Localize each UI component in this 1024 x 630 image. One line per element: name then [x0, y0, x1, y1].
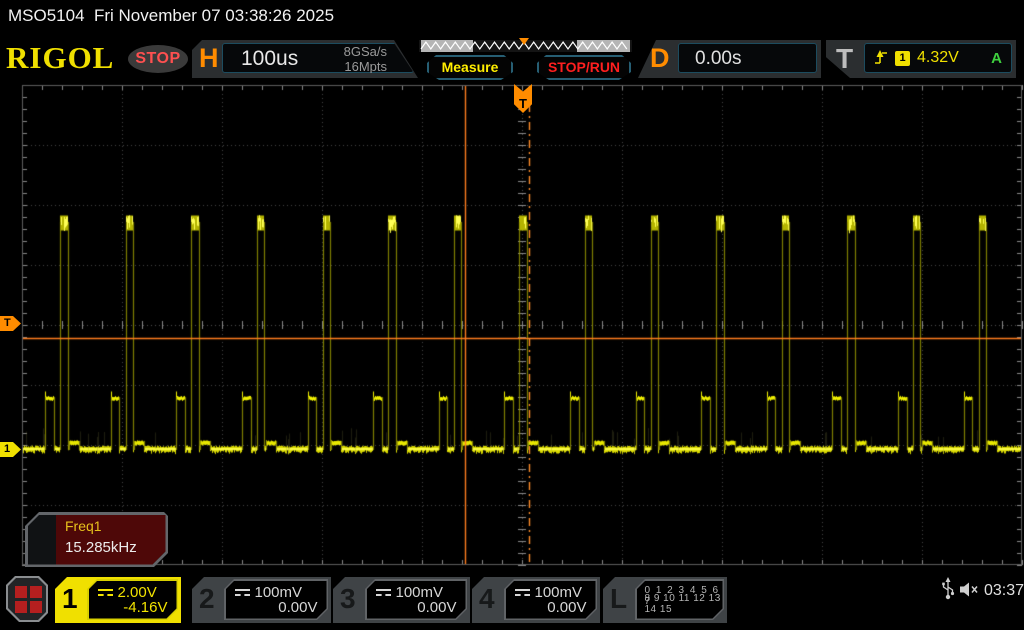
- measurement-name: Freq1: [65, 518, 102, 534]
- header-bar: RIGOL STOP H 100us 8GSa/s 16Mpts Measure: [0, 34, 1024, 82]
- acquisition-rates: 8GSa/s 16Mpts: [344, 44, 387, 74]
- channel-1-widget[interactable]: 1 2.00V -4.16V: [55, 577, 181, 623]
- trigger-panel: 1 4.32V A: [864, 43, 1012, 73]
- dc-coupling-icon: [98, 588, 113, 597]
- delay-widget[interactable]: D 0.00s: [638, 40, 821, 78]
- main-menu-button[interactable]: [6, 576, 48, 622]
- logic-pod-label: L: [610, 583, 627, 615]
- oscilloscope-screen: MSO5104 Fri November 07 03:38:26 2025 RI…: [0, 0, 1024, 630]
- logic-pod-widget[interactable]: L 0 1 2 3 4 5 6 7 8 9 10 11 12 13 14 15: [603, 577, 727, 623]
- rigol-logo: RIGOL: [6, 40, 114, 76]
- channel-3-widget[interactable]: 3 100mV 0.00V: [333, 577, 470, 623]
- clock: 03:37: [984, 582, 1024, 600]
- delay-label: D: [650, 43, 670, 74]
- rising-edge-icon: [874, 50, 888, 66]
- dc-coupling-icon: [515, 588, 530, 597]
- delay-panel: 0.00s: [678, 43, 817, 73]
- stop-run-button[interactable]: STOP/RUN: [537, 55, 631, 80]
- speaker-muted-icon: [959, 582, 979, 597]
- timebase-value: 100us: [241, 47, 298, 71]
- channel-4-number: 4: [479, 583, 495, 615]
- menu-grid-icon: [8, 578, 46, 620]
- delay-value: 0.00s: [695, 48, 741, 70]
- run-state-badge: STOP: [128, 45, 188, 73]
- memory-depth: 16Mpts: [344, 59, 387, 74]
- horizontal-label: H: [199, 43, 219, 74]
- dc-coupling-icon: [235, 588, 250, 597]
- waveform-overview-icon: [419, 38, 632, 52]
- measure-button[interactable]: Measure: [427, 55, 513, 80]
- channel-2-widget[interactable]: 2 100mV 0.00V: [192, 577, 331, 623]
- dc-coupling-icon: [376, 588, 391, 597]
- horizontal-settings-widget[interactable]: H 100us 8GSa/s 16Mpts: [192, 40, 418, 78]
- channel-2-number: 2: [199, 583, 215, 615]
- measurement-result-panel[interactable]: Freq1 15.285kHz: [25, 512, 168, 567]
- logic-channels-8-15: 8 9 10 11 12 13 14 15: [645, 593, 723, 615]
- channel-status-bar: 1 2.00V -4.16V 2 100mV 0.00V 3 100mV 0.0…: [0, 568, 1024, 630]
- channel-4-offset: 0.00V: [547, 599, 586, 616]
- measurement-value: 15.285kHz: [65, 539, 137, 556]
- horizontal-position-bar[interactable]: [419, 38, 632, 52]
- channel-1-number: 1: [62, 583, 78, 615]
- usb-icon: [941, 577, 955, 601]
- channel-2-offset: 0.00V: [278, 599, 317, 616]
- channel-3-offset: 0.00V: [417, 599, 456, 616]
- sample-rate: 8GSa/s: [344, 44, 387, 59]
- title-bar: MSO5104 Fri November 07 03:38:26 2025: [0, 0, 1024, 34]
- trigger-sweep-mode: A: [991, 50, 1002, 67]
- trigger-level-value: 4.32V: [917, 49, 959, 67]
- trigger-widget[interactable]: T 1 4.32V A: [826, 40, 1016, 78]
- model-and-datetime: MSO5104 Fri November 07 03:38:26 2025: [8, 6, 334, 26]
- channel-1-offset: -4.16V: [123, 599, 167, 616]
- channel-4-widget[interactable]: 4 100mV 0.00V: [472, 577, 600, 623]
- horizontal-panel: 100us 8GSa/s 16Mpts: [222, 43, 414, 73]
- trigger-source-badge: 1: [895, 51, 910, 66]
- channel-3-number: 3: [340, 583, 356, 615]
- trigger-label: T: [836, 43, 853, 75]
